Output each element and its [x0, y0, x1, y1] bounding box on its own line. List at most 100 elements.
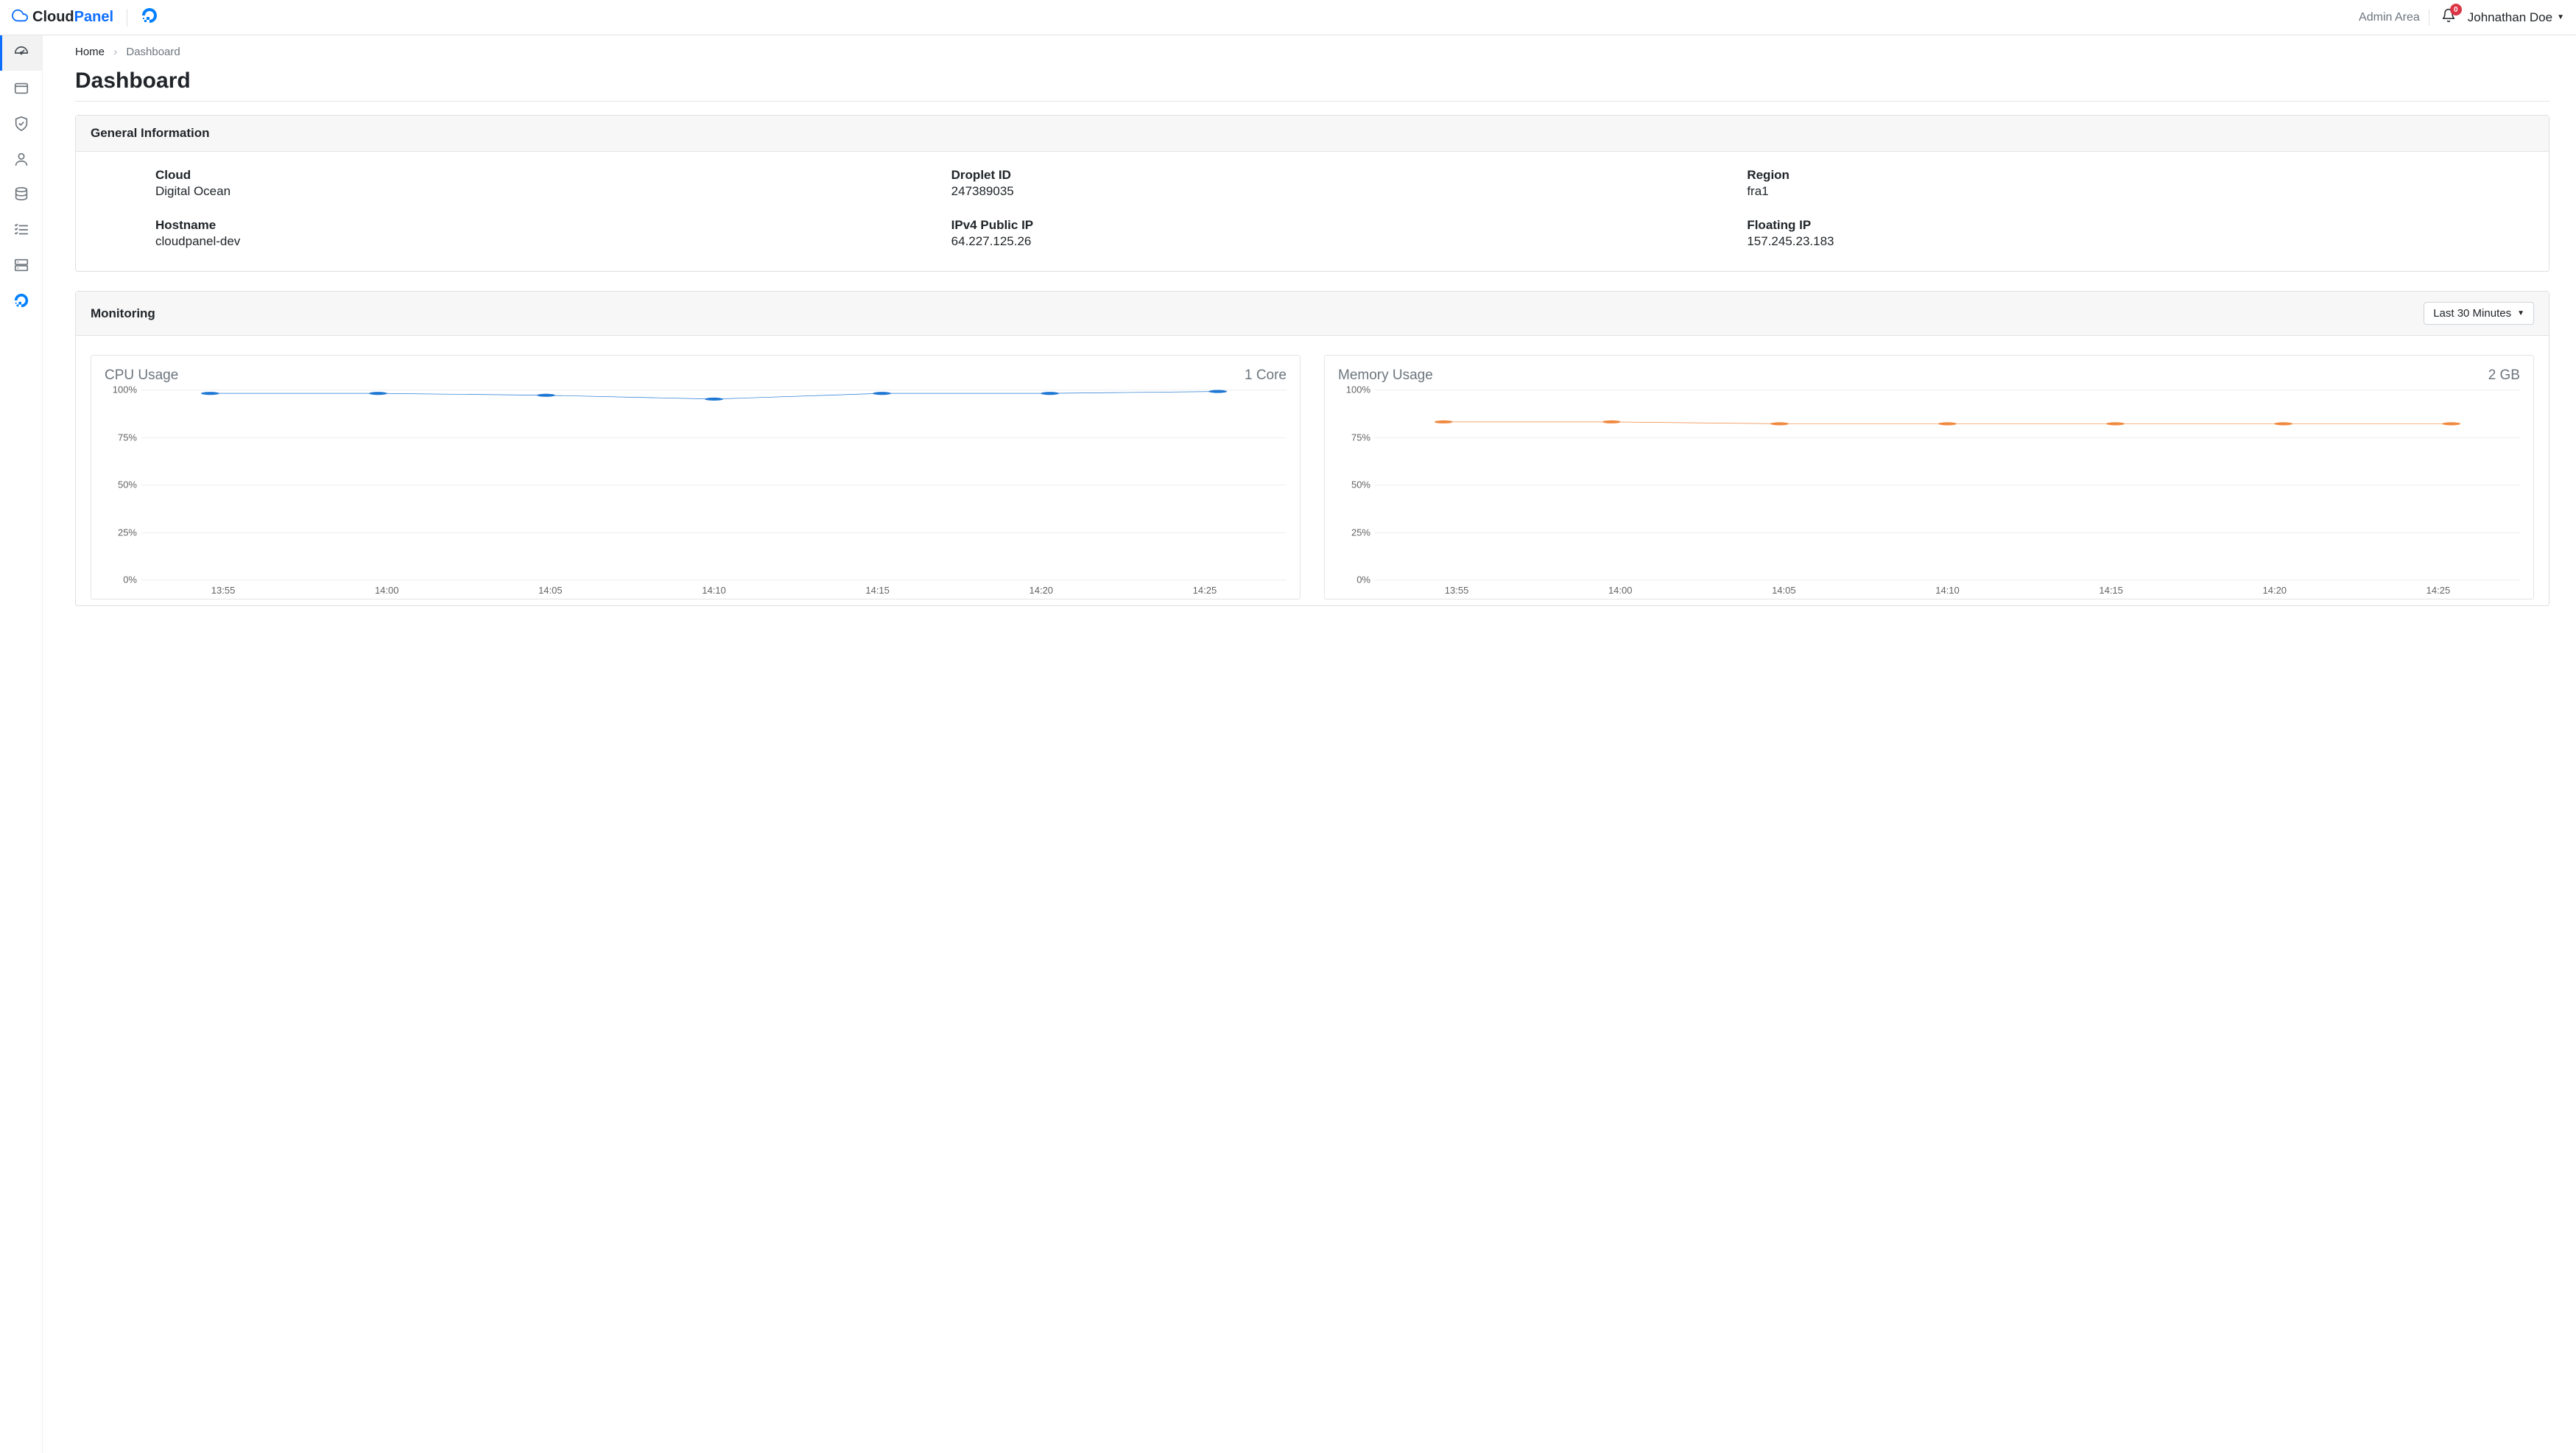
gauge-icon: [13, 45, 29, 61]
cpu-chart: 100%75%50%25%0%13:5514:0014:0514:1014:15…: [102, 390, 1289, 596]
chart-header: Memory Usage 2 GB: [1335, 367, 2523, 384]
y-tick-label: 100%: [113, 384, 137, 395]
server-icon: [13, 257, 29, 273]
sidebar-item-digitalocean[interactable]: [0, 283, 42, 318]
info-item-ipv4: IPv4 Public IP 64.227.125.26: [951, 218, 1733, 249]
topbar: CloudPanel Admin Area 0 Johnathan Doe ▼: [0, 0, 2576, 35]
x-tick-label: 14:25: [2357, 585, 2520, 596]
x-tick-label: 14:20: [2193, 585, 2357, 596]
general-info-card: General Information Cloud Digital Ocean …: [75, 115, 2549, 272]
x-tick-label: 14:20: [960, 585, 1123, 596]
y-tick-label: 50%: [1351, 479, 1370, 490]
x-tick-label: 14:05: [468, 585, 632, 596]
card-title: General Information: [91, 126, 210, 141]
y-tick-label: 100%: [1346, 384, 1370, 395]
cpu-chart-card: CPU Usage 1 Core 100%75%50%25%0%13:5514:…: [91, 355, 1301, 599]
info-value: Digital Ocean: [155, 184, 937, 199]
y-tick-label: 0%: [1356, 574, 1370, 585]
x-tick-label: 14:10: [632, 585, 795, 596]
breadcrumb-home[interactable]: Home: [75, 46, 105, 58]
info-item-floating-ip: Floating IP 157.245.23.183: [1747, 218, 2528, 249]
card-header: General Information: [76, 116, 2549, 152]
info-label: Floating IP: [1747, 218, 2528, 233]
info-value: cloudpanel-dev: [155, 234, 937, 249]
info-item-hostname: Hostname cloudpanel-dev: [155, 218, 937, 249]
brand-logo[interactable]: CloudPanel: [12, 7, 113, 28]
user-menu[interactable]: Johnathan Doe ▼: [2468, 10, 2564, 25]
topbar-left: CloudPanel: [12, 7, 158, 28]
sidebar-item-cron[interactable]: [0, 212, 42, 247]
info-value: 157.245.23.183: [1747, 234, 2528, 249]
x-tick-label: 13:55: [1375, 585, 1538, 596]
notification-badge: 0: [2450, 4, 2462, 15]
sidebar-item-services[interactable]: [0, 247, 42, 283]
info-item-droplet-id: Droplet ID 247389035: [951, 168, 1733, 199]
chart-subtitle: 2 GB: [2488, 367, 2520, 384]
x-axis-labels: 13:5514:0014:0514:1014:1514:2014:25: [141, 580, 1287, 596]
x-tick-label: 14:25: [1123, 585, 1287, 596]
x-axis-labels: 13:5514:0014:0514:1014:1514:2014:25: [1375, 580, 2520, 596]
y-tick-label: 50%: [118, 479, 137, 490]
sidebar-item-databases[interactable]: [0, 177, 42, 212]
chart-title: Memory Usage: [1338, 367, 1433, 384]
database-icon: [13, 186, 29, 203]
divider: [75, 101, 2549, 102]
memory-chart: 100%75%50%25%0%13:5514:0014:0514:1014:15…: [1335, 390, 2523, 596]
y-tick-label: 25%: [118, 527, 137, 538]
x-tick-label: 14:15: [796, 585, 960, 596]
user-icon: [13, 151, 29, 167]
topbar-right: Admin Area 0 Johnathan Doe ▼: [2359, 8, 2564, 27]
list-check-icon: [13, 222, 29, 238]
notifications-button[interactable]: 0: [2438, 8, 2459, 27]
x-tick-label: 14:10: [1865, 585, 2029, 596]
cloud-icon: [12, 7, 28, 28]
x-tick-label: 14:00: [305, 585, 468, 596]
main-content: Home › Dashboard Dashboard General Infor…: [43, 35, 2576, 1453]
user-name: Johnathan Doe: [2468, 10, 2552, 25]
time-range-dropdown[interactable]: Last 30 Minutes ▼: [2424, 302, 2534, 325]
info-value: 64.227.125.26: [951, 234, 1733, 249]
card-header: Monitoring Last 30 Minutes ▼: [76, 292, 2549, 336]
chevron-right-icon: ›: [113, 46, 117, 58]
charts-row: CPU Usage 1 Core 100%75%50%25%0%13:5514:…: [76, 336, 2549, 605]
y-tick-label: 0%: [123, 574, 137, 585]
card-body: Cloud Digital Ocean Droplet ID 247389035…: [76, 152, 2549, 271]
digitalocean-icon: [13, 292, 29, 309]
x-tick-label: 13:55: [141, 585, 305, 596]
sidebar-item-dashboard[interactable]: [0, 35, 42, 71]
x-tick-label: 14:15: [2030, 585, 2193, 596]
x-tick-label: 14:05: [1702, 585, 1865, 596]
info-value: 247389035: [951, 184, 1733, 199]
caret-down-icon: ▼: [2557, 13, 2564, 21]
digitalocean-icon[interactable]: [141, 7, 158, 28]
sidebar-item-sites[interactable]: [0, 71, 42, 106]
page-title: Dashboard: [75, 68, 2549, 94]
card-title: Monitoring: [91, 306, 155, 321]
range-label: Last 30 Minutes: [2433, 307, 2511, 320]
info-label: Cloud: [155, 168, 937, 183]
info-label: Hostname: [155, 218, 937, 233]
info-grid: Cloud Digital Ocean Droplet ID 247389035…: [96, 168, 2528, 249]
layout: Home › Dashboard Dashboard General Infor…: [0, 35, 2576, 1453]
info-label: Droplet ID: [951, 168, 1733, 183]
info-label: Region: [1747, 168, 2528, 183]
sidebar: [0, 35, 43, 1453]
x-tick-label: 14:00: [1538, 585, 1702, 596]
chart-title: CPU Usage: [105, 367, 178, 384]
y-tick-label: 75%: [118, 432, 137, 443]
memory-chart-card: Memory Usage 2 GB 100%75%50%25%0%13:5514…: [1324, 355, 2534, 599]
shield-icon: [13, 116, 29, 132]
chart-subtitle: 1 Core: [1245, 367, 1287, 384]
admin-area-link[interactable]: Admin Area: [2359, 11, 2420, 24]
info-label: IPv4 Public IP: [951, 218, 1733, 233]
chart-header: CPU Usage 1 Core: [102, 367, 1289, 384]
sidebar-item-security[interactable]: [0, 106, 42, 141]
breadcrumb: Home › Dashboard: [75, 46, 2549, 58]
chart-series: [141, 390, 1287, 580]
info-item-cloud: Cloud Digital Ocean: [155, 168, 937, 199]
monitoring-card: Monitoring Last 30 Minutes ▼ CPU Usage 1…: [75, 291, 2549, 606]
y-tick-label: 75%: [1351, 432, 1370, 443]
sidebar-item-users[interactable]: [0, 141, 42, 177]
chart-series: [1375, 390, 2520, 580]
window-icon: [13, 80, 29, 96]
